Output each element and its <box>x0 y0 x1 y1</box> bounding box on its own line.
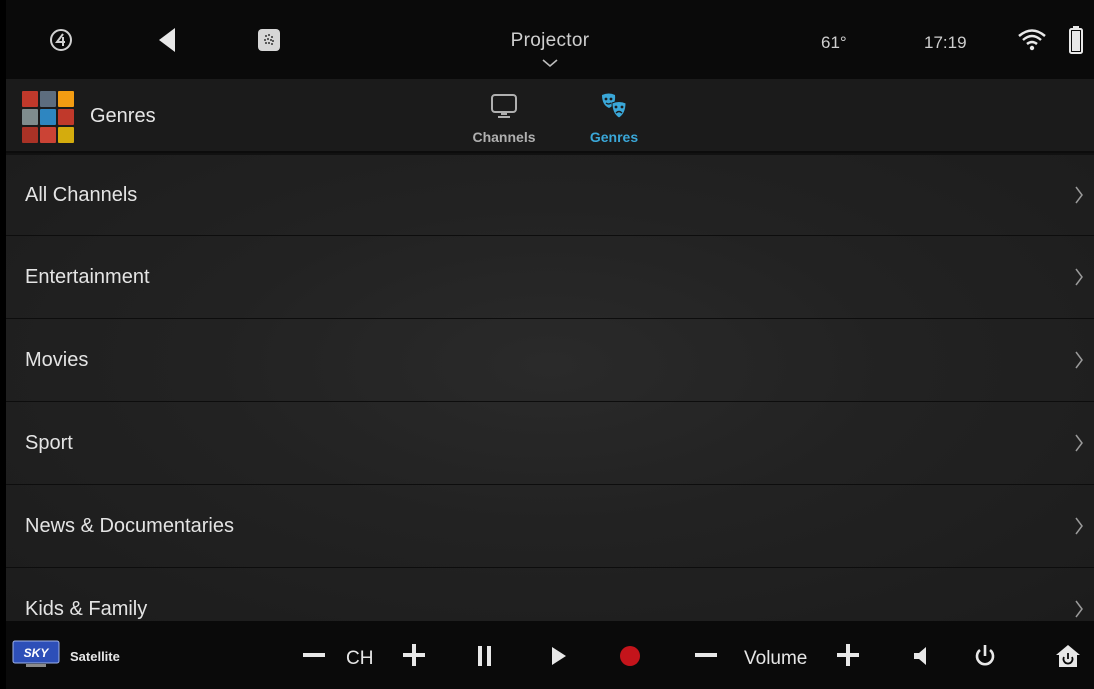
page-header: Genres Channels Genres <box>6 79 1094 153</box>
temperature: 61° <box>821 33 847 52</box>
chevron-right-icon <box>1075 600 1083 618</box>
list-item-label: All Channels <box>25 183 138 206</box>
home-room-off-icon[interactable] <box>1054 643 1082 669</box>
list-item-news-documentaries[interactable]: News & Documentaries <box>6 485 1094 568</box>
list-item-entertainment[interactable]: Entertainment <box>6 236 1094 319</box>
list-item-kids-family[interactable]: Kids & Family <box>6 568 1094 621</box>
volume-down-button[interactable] <box>694 645 718 665</box>
sky-source-icon[interactable]: SKY <box>12 640 60 668</box>
tv-icon <box>464 91 544 121</box>
list-item-all-channels[interactable]: All Channels <box>6 155 1094 236</box>
genre-list: All Channels Entertainment Movies Sport … <box>6 155 1094 621</box>
back-icon[interactable] <box>152 22 182 58</box>
tab-genres[interactable]: Genres <box>574 91 654 147</box>
intercom-icon[interactable] <box>254 22 284 58</box>
room-chevron-icon[interactable] <box>542 58 558 68</box>
status-bar: Projector 61° 17:19 <box>6 0 1094 79</box>
channel-label: CH <box>346 648 374 669</box>
list-item-label: News & Documentaries <box>25 514 234 537</box>
svg-text:SKY: SKY <box>24 646 50 660</box>
chevron-right-icon <box>1075 351 1083 369</box>
clock: 17:19 <box>924 33 967 52</box>
list-item-label: Sport <box>25 431 73 454</box>
tab-genres-label: Genres <box>589 129 639 145</box>
source-label[interactable]: Satellite <box>70 649 120 664</box>
chevron-right-icon <box>1075 268 1083 286</box>
tab-channels-label: Channels <box>472 129 536 145</box>
volume-up-button[interactable] <box>836 644 860 666</box>
list-item-label: Entertainment <box>25 265 150 288</box>
theater-masks-icon <box>574 91 654 121</box>
list-item-movies[interactable]: Movies <box>6 319 1094 402</box>
power-icon[interactable] <box>972 643 998 669</box>
play-button[interactable] <box>548 645 570 667</box>
list-item-label: Kids & Family <box>25 597 148 620</box>
record-button[interactable] <box>618 644 642 668</box>
list-item-sport[interactable]: Sport <box>6 402 1094 485</box>
chevron-right-icon <box>1075 186 1083 204</box>
mute-icon[interactable] <box>910 645 932 667</box>
chevron-right-icon <box>1075 434 1083 452</box>
volume-label: Volume <box>744 648 808 669</box>
app-frame: Projector 61° 17:19 Genres Channels Genr… <box>6 0 1094 689</box>
battery-icon <box>1066 22 1086 58</box>
chevron-right-icon <box>1075 517 1083 535</box>
channel-logos-icon <box>22 91 74 143</box>
room-name[interactable]: Projector <box>480 30 620 52</box>
pause-button[interactable] <box>474 645 496 667</box>
page-title: Genres <box>90 105 156 127</box>
transport-bar: SKY Satellite CH Volume <box>6 621 1094 689</box>
control4-logo-icon[interactable] <box>46 22 76 58</box>
tab-channels[interactable]: Channels <box>464 91 544 147</box>
channel-up-button[interactable] <box>402 644 426 666</box>
list-item-label: Movies <box>25 348 89 371</box>
channel-down-button[interactable] <box>302 645 326 665</box>
wifi-icon <box>1014 22 1050 58</box>
